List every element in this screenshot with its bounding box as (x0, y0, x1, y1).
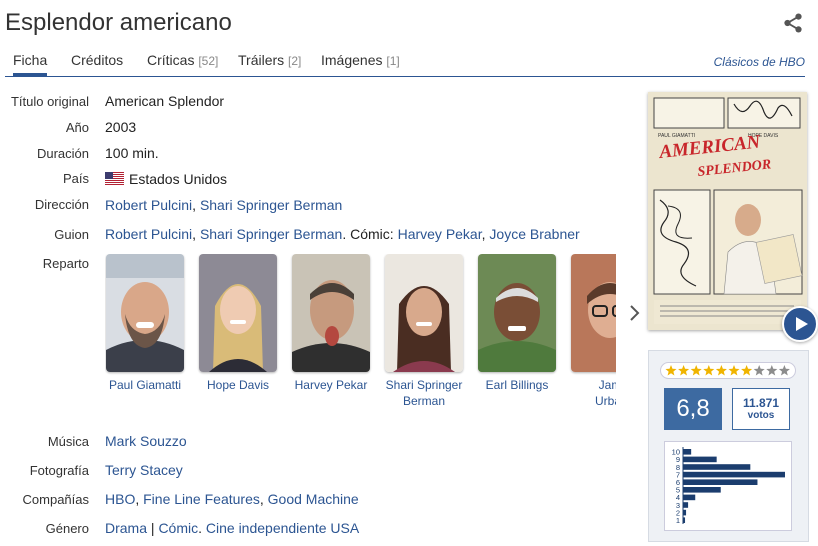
cast-carousel: Paul Giamatti Hope Davis Harvey Pekar Sh… (105, 254, 616, 414)
actor-photo (199, 254, 277, 372)
comic-author-link[interactable]: Joyce Brabner (489, 226, 579, 242)
star-icon (766, 365, 778, 376)
share-icon[interactable] (782, 12, 804, 34)
photography-label: Fotografía (29, 463, 89, 478)
actor-name[interactable]: Shari Springer Berman (384, 377, 464, 409)
subgenre-link[interactable]: Cómic (158, 520, 198, 536)
star-icon (778, 365, 790, 376)
histogram-bar (683, 517, 686, 523)
company-link[interactable]: Good Machine (268, 491, 359, 507)
actor-name[interactable]: Paul Giamatti (105, 377, 185, 393)
actor-name[interactable]: Hope Davis (198, 377, 278, 393)
histogram-bar (683, 449, 692, 455)
cast-member[interactable]: Paul Giamatti (105, 254, 185, 393)
original-title-value: American Splendor (105, 93, 225, 109)
cast-member[interactable]: Earl Billings (477, 254, 557, 393)
histogram-bar (683, 509, 687, 516)
cast-member[interactable]: Shari Springer Berman (384, 254, 464, 409)
actor-photo (106, 254, 184, 372)
histogram-bar (683, 456, 717, 463)
tab-criticas[interactable]: Críticas [52] (147, 52, 218, 68)
histogram-bar (683, 502, 689, 508)
music-value: Mark Souzzo (105, 433, 187, 449)
companies-label: Compañías (22, 492, 89, 507)
cast-member[interactable]: JamUrbar (570, 254, 616, 409)
play-icon (796, 317, 808, 331)
star-icon (703, 365, 715, 376)
votes-count-box[interactable]: 11.871 votos (732, 388, 790, 430)
original-title-label: Título original (10, 94, 89, 109)
director-link[interactable]: Shari Springer Berman (200, 197, 342, 213)
comic-prefix: Cómic: (350, 226, 394, 242)
histogram-label: 1 (676, 516, 680, 525)
year-value: 2003 (105, 119, 137, 135)
star-icon (690, 365, 702, 376)
comic-author-link[interactable]: Harvey Pekar (398, 226, 482, 242)
collection-link[interactable]: Clásicos de HBO (714, 55, 805, 69)
star-icon (715, 365, 727, 376)
tab-creditos[interactable]: Créditos (71, 52, 123, 68)
histogram-bar (683, 487, 721, 493)
play-trailer-button[interactable] (782, 306, 818, 342)
direction-label: Dirección (34, 197, 89, 212)
star-icon (741, 365, 753, 376)
histogram-bar (683, 471, 785, 478)
rating-histogram: 10 9 8 7 6 5 4 3 2 1 (664, 441, 792, 531)
actor-name[interactable]: Harvey Pekar (291, 377, 371, 393)
year-label: Año (65, 120, 89, 135)
duration-value: 100 min. (105, 145, 159, 161)
company-link[interactable]: Fine Line Features (143, 491, 260, 507)
actor-photo (571, 254, 616, 372)
company-link[interactable]: HBO (105, 491, 135, 507)
histogram-bar (683, 479, 758, 485)
cast-label: Reparto (42, 256, 89, 271)
actor-photo (385, 254, 463, 372)
histogram-bar (683, 464, 751, 470)
star-icon (678, 365, 690, 376)
director-link[interactable]: Robert Pulcini (105, 197, 192, 213)
star-icon (665, 365, 677, 376)
duration-label: Duración (36, 146, 89, 161)
actor-photo (478, 254, 556, 372)
chevron-right-icon[interactable] (627, 304, 641, 322)
subgenre-link[interactable]: Cine independiente USA (206, 520, 359, 536)
screenplay-label: Guion (54, 227, 89, 242)
cast-member[interactable]: Harvey Pekar (291, 254, 371, 393)
actor-photo (292, 254, 370, 372)
screenplay-value: Robert Pulcini, Shari Springer Berman. C… (105, 226, 580, 242)
direction-value: Robert Pulcini, Shari Springer Berman (105, 197, 343, 213)
rating-panel: 6,8 11.871 votos 10 9 8 7 6 5 4 3 2 1 (648, 350, 809, 542)
votes-count: 11.871 (742, 396, 780, 410)
actor-name[interactable]: Earl Billings (477, 377, 557, 393)
music-label: Música (47, 434, 89, 449)
country-label: País (62, 171, 89, 186)
histogram-bar (683, 494, 696, 501)
cinematographer-link[interactable]: Terry Stacey (105, 462, 183, 478)
tab-trailers[interactable]: Tráilers [2] (238, 52, 301, 68)
photography-value: Terry Stacey (105, 462, 183, 478)
companies-value: HBO, Fine Line Features, Good Machine (105, 491, 359, 507)
movie-poster[interactable]: PAUL GIAMATTI HOPE DAVIS AMERICAN SPLEND… (648, 92, 807, 330)
average-rating: 6,8 (664, 388, 722, 430)
star-rating (660, 362, 796, 379)
genre-link[interactable]: Drama (105, 520, 147, 536)
genre-value: Drama | Cómic. Cine independiente USA (105, 520, 360, 536)
country-value: Estados Unidos (105, 171, 227, 187)
writer-link[interactable]: Robert Pulcini (105, 226, 192, 242)
tab-imagenes[interactable]: Imágenes [1] (321, 52, 400, 68)
tab-ficha[interactable]: Ficha (13, 52, 48, 76)
actor-name[interactable]: JamUrbar (570, 377, 616, 409)
star-icon (728, 365, 740, 376)
writer-link[interactable]: Shari Springer Berman (200, 226, 342, 242)
star-icon (753, 365, 765, 376)
us-flag-icon (105, 172, 124, 185)
composer-link[interactable]: Mark Souzzo (105, 433, 187, 449)
genre-label: Género (45, 521, 89, 536)
votes-label: votos (747, 410, 775, 421)
page-title: Esplendor americano (5, 9, 232, 36)
cast-member[interactable]: Hope Davis (198, 254, 278, 393)
tab-bar: Ficha Créditos Críticas [52] Tráilers [2… (5, 48, 805, 77)
